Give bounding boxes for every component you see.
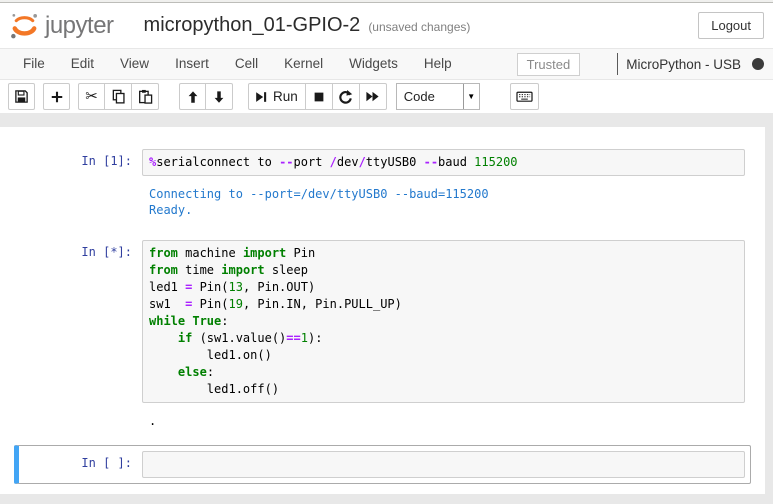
paste-icon xyxy=(138,89,153,104)
copy-cells-button[interactable] xyxy=(105,83,132,110)
menu-edit[interactable]: Edit xyxy=(58,49,107,79)
scissors-icon: ✂ xyxy=(85,89,98,104)
code-cell[interactable]: In [*]:from machine import Pin from time… xyxy=(14,234,751,435)
cell-code-editor[interactable]: from machine import Pin from time import… xyxy=(142,240,745,403)
plus-icon xyxy=(50,90,64,104)
step-forward-icon xyxy=(254,90,268,104)
save-icon xyxy=(14,89,29,104)
menu-help[interactable]: Help xyxy=(411,49,465,79)
trusted-badge: Trusted xyxy=(517,53,581,76)
cell-output-row: . xyxy=(24,413,745,429)
cell-input-row: In [1]: %serialconnect to --port /dev/tty… xyxy=(24,149,745,176)
kernel-busy-indicator-icon xyxy=(752,58,764,70)
cell-output: . xyxy=(142,413,745,429)
cell-code-editor[interactable]: %serialconnect to --port /dev/ttyUSB0 --… xyxy=(142,149,745,176)
cell-code-text: %serialconnect to --port /dev/ttyUSB0 --… xyxy=(149,154,738,171)
cell-output-row: Connecting to --port=/dev/ttyUSB0 --baud… xyxy=(24,186,745,218)
chevron-down-icon: ▼ xyxy=(463,84,479,109)
cell-output: Connecting to --port=/dev/ttyUSB0 --baud… xyxy=(142,186,745,218)
checkpoint-status: (unsaved changes) xyxy=(368,20,470,34)
cell-output-prompt xyxy=(24,413,142,429)
arrow-up-icon xyxy=(186,90,200,104)
kernel-name: MicroPython - USB xyxy=(626,57,741,72)
cell-input-row: In [*]:from machine import Pin from time… xyxy=(24,240,745,403)
jupyter-logo-text: jupyter xyxy=(45,12,114,40)
keyboard-icon xyxy=(516,89,533,104)
code-cell-selected[interactable]: In [ ]: xyxy=(14,445,751,484)
copy-icon xyxy=(111,89,126,104)
insert-cell-below-button[interactable] xyxy=(43,83,70,110)
move-cell-down-button[interactable] xyxy=(206,83,233,110)
jupyter-logo-icon xyxy=(9,10,40,41)
cell-input-prompt: In [1]: xyxy=(24,149,142,176)
cell-code-text xyxy=(149,456,738,473)
restart-kernel-button[interactable] xyxy=(333,83,360,110)
menu-widgets[interactable]: Widgets xyxy=(336,49,411,79)
cell-type-value: Code xyxy=(397,89,463,104)
run-button-label: Run xyxy=(273,89,298,104)
command-palette-button[interactable] xyxy=(510,83,539,110)
cell-input-prompt: In [ ]: xyxy=(24,451,142,478)
interrupt-kernel-button[interactable] xyxy=(306,83,333,110)
cell-output-prompt xyxy=(24,186,142,218)
run-cell-button[interactable]: Run xyxy=(248,83,306,110)
cell-input-row: In [ ]: xyxy=(24,451,745,478)
fast-forward-icon xyxy=(365,89,380,104)
menu-file[interactable]: File xyxy=(10,49,58,79)
menu-view[interactable]: View xyxy=(107,49,162,79)
code-cell[interactable]: In [1]: %serialconnect to --port /dev/tty… xyxy=(14,143,751,224)
jupyter-logo[interactable]: jupyter xyxy=(9,10,114,41)
menu-cell[interactable]: Cell xyxy=(222,49,271,79)
notebook-background: In [1]: %serialconnect to --port /dev/tty… xyxy=(0,114,773,504)
logout-button[interactable]: Logout xyxy=(698,12,764,39)
restart-run-all-button[interactable] xyxy=(360,83,387,110)
toolbar: ✂ xyxy=(0,80,773,113)
menu-kernel[interactable]: Kernel xyxy=(271,49,336,79)
cell-input-prompt: In [*]: xyxy=(24,240,142,403)
menubar: File Edit View Insert Cell Kernel Widget… xyxy=(0,48,773,80)
cell-output-text: Connecting to --port=/dev/ttyUSB0 --baud… xyxy=(149,186,745,218)
kernel-separator xyxy=(617,53,618,75)
paste-cells-button[interactable] xyxy=(132,83,159,110)
cell-output-text: . xyxy=(149,413,745,429)
move-cell-up-button[interactable] xyxy=(179,83,206,110)
cut-cells-button[interactable]: ✂ xyxy=(78,83,105,110)
notebook-title[interactable]: micropython_01-GPIO-2 xyxy=(144,14,361,37)
refresh-icon xyxy=(338,89,353,104)
cell-type-dropdown[interactable]: Code ▼ xyxy=(396,83,480,110)
notebook-container[interactable]: In [1]: %serialconnect to --port /dev/tty… xyxy=(0,127,765,494)
menu-insert[interactable]: Insert xyxy=(162,49,222,79)
cell-code-text: from machine import Pin from time import… xyxy=(149,245,738,398)
cell-code-editor[interactable] xyxy=(142,451,745,478)
save-button[interactable] xyxy=(8,83,35,110)
arrow-down-icon xyxy=(212,90,226,104)
header: jupyter micropython_01-GPIO-2 (unsaved c… xyxy=(0,3,773,48)
stop-icon xyxy=(312,90,326,104)
